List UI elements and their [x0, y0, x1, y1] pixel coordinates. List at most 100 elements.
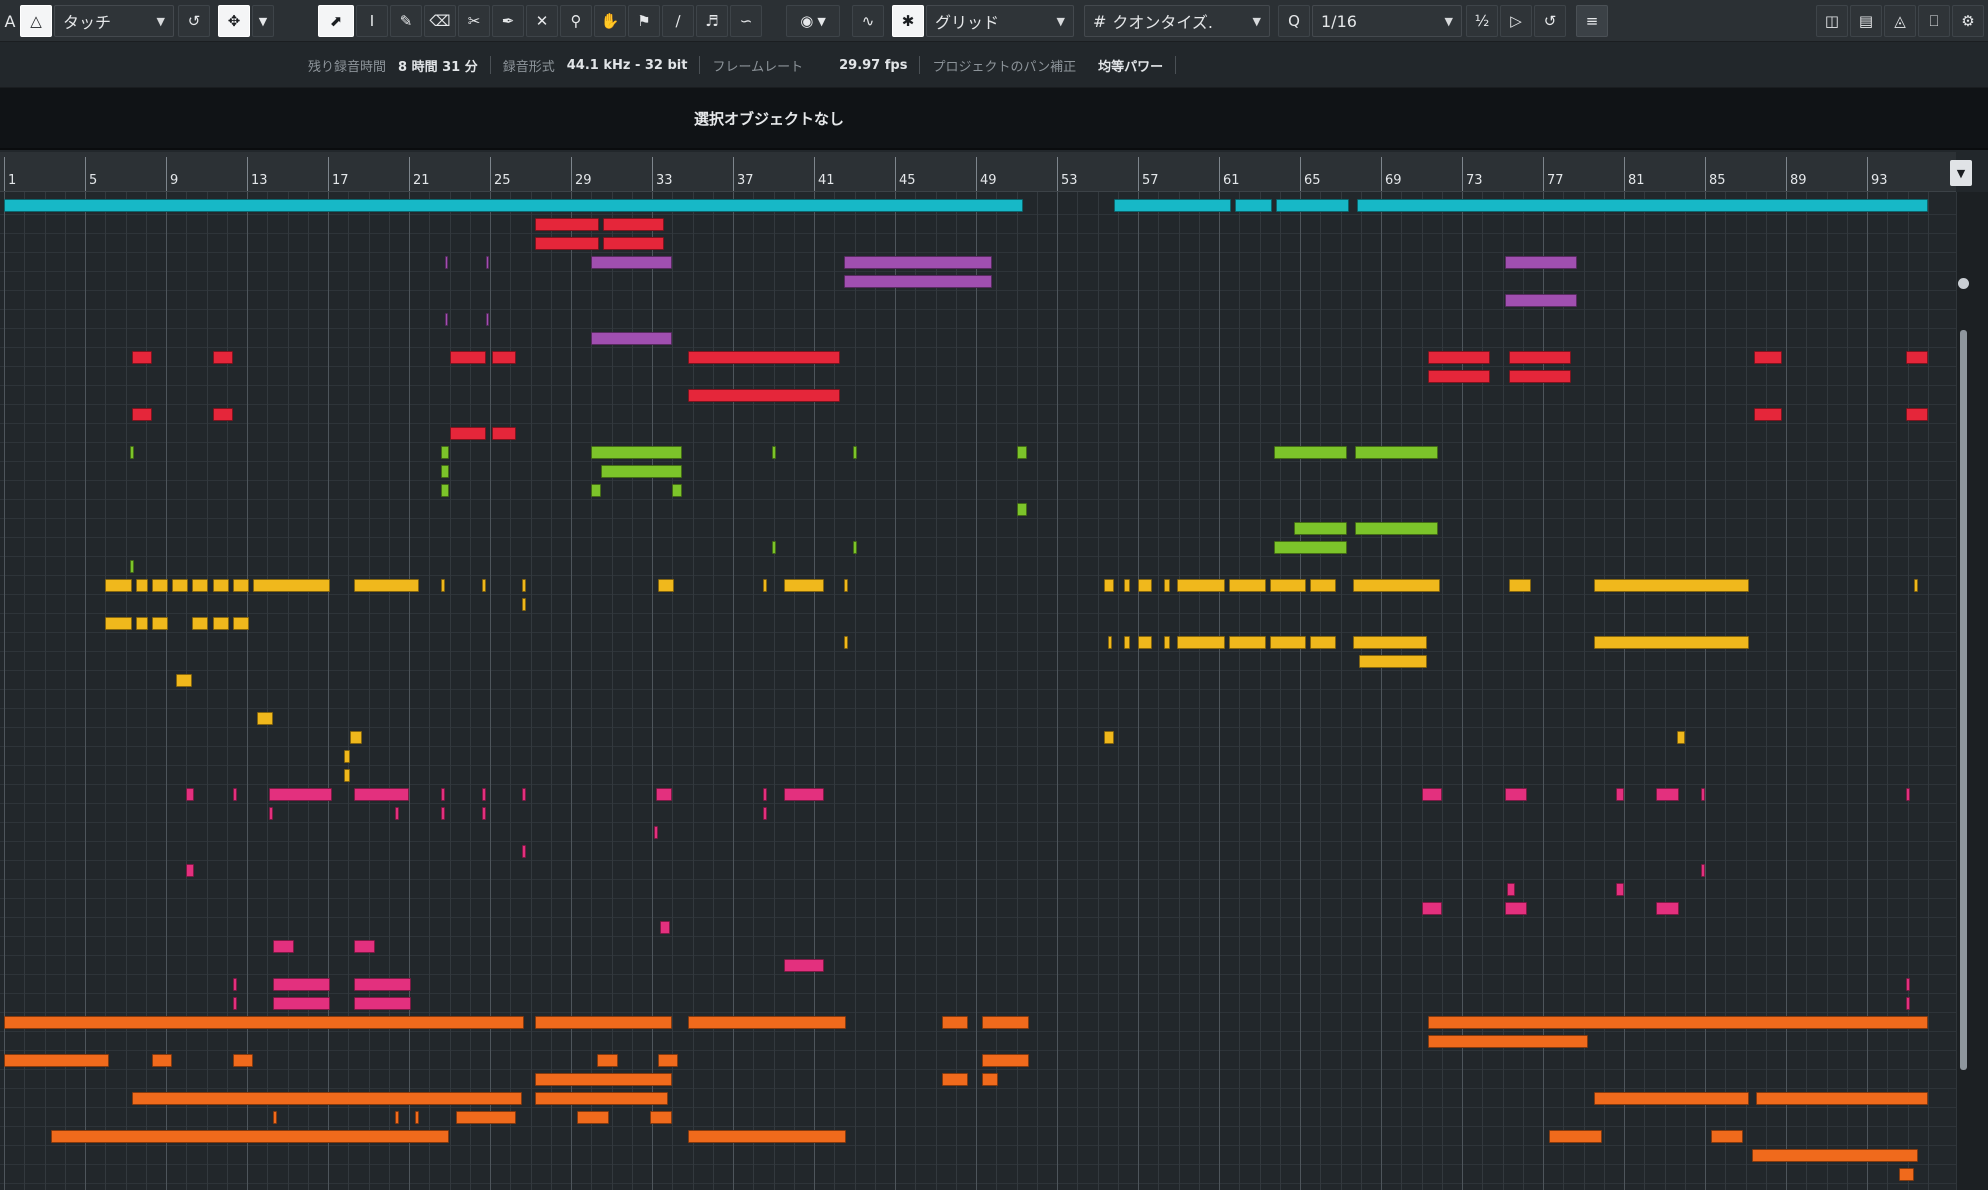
midi-event[interactable]	[603, 218, 665, 231]
midi-event[interactable]	[212, 579, 229, 592]
midi-event[interactable]	[273, 978, 330, 991]
automation-icon[interactable]: △	[20, 5, 52, 37]
midi-event[interactable]	[1656, 902, 1679, 915]
midi-event[interactable]	[1593, 579, 1750, 592]
midi-event[interactable]	[269, 807, 274, 820]
midi-event[interactable]	[844, 579, 849, 592]
left-zone-icon[interactable]: ◫	[1816, 5, 1848, 37]
midi-event[interactable]	[1103, 579, 1114, 592]
pencil-icon[interactable]: ✎	[390, 5, 422, 37]
midi-event[interactable]	[591, 446, 683, 459]
midi-event[interactable]	[763, 807, 768, 820]
midi-event[interactable]	[1615, 788, 1624, 801]
midi-event[interactable]	[441, 579, 446, 592]
quantize-type-dropdown[interactable]: # クオンタイズ. ▼	[1084, 5, 1270, 37]
midi-event[interactable]	[844, 636, 849, 649]
chevron-down-icon[interactable]: ▼	[252, 5, 274, 37]
midi-event[interactable]	[232, 579, 249, 592]
midi-event[interactable]	[1123, 579, 1130, 592]
midi-event[interactable]	[350, 731, 363, 744]
midi-event[interactable]	[105, 579, 132, 592]
midi-event[interactable]	[1615, 883, 1624, 896]
midi-event[interactable]	[105, 617, 132, 630]
midi-event[interactable]	[151, 1054, 173, 1067]
midi-event[interactable]	[441, 788, 446, 801]
midi-event[interactable]	[1229, 579, 1266, 592]
midi-event[interactable]	[941, 1016, 968, 1029]
midi-event[interactable]	[1427, 1016, 1928, 1029]
midi-event[interactable]	[650, 1111, 673, 1124]
midi-event[interactable]	[354, 579, 420, 592]
midi-event[interactable]	[534, 1016, 673, 1029]
midi-event[interactable]	[1138, 636, 1153, 649]
midi-event[interactable]	[1269, 636, 1307, 649]
frame-rate-value[interactable]: 29.97 fps	[839, 58, 907, 73]
swing-icon[interactable]: ▷	[1500, 5, 1532, 37]
midi-event[interactable]	[534, 1092, 669, 1105]
midi-event[interactable]	[591, 484, 602, 497]
lower-zone-icon[interactable]: ▤	[1850, 5, 1882, 37]
midi-event[interactable]	[982, 1073, 999, 1086]
midi-event[interactable]	[253, 579, 331, 592]
midi-event[interactable]	[1427, 351, 1491, 364]
speaker-icon[interactable]: ♬	[696, 5, 728, 37]
iq-icon[interactable]: ½	[1466, 5, 1498, 37]
midi-event[interactable]	[1504, 788, 1527, 801]
midi-event[interactable]	[1656, 788, 1679, 801]
midi-event[interactable]	[522, 845, 527, 858]
midi-event[interactable]	[982, 1054, 1029, 1067]
midi-event[interactable]	[763, 788, 768, 801]
midi-event[interactable]	[415, 1111, 420, 1124]
midi-event[interactable]	[1905, 978, 1910, 991]
scroll-zoom-knob[interactable]	[1958, 278, 1969, 289]
midi-event[interactable]	[441, 446, 450, 459]
midi-event[interactable]	[1176, 636, 1226, 649]
midi-event[interactable]	[492, 427, 517, 440]
midi-event[interactable]	[354, 788, 409, 801]
midi-event[interactable]	[656, 788, 673, 801]
midi-event[interactable]	[394, 807, 399, 820]
midi-event[interactable]	[982, 1016, 1029, 1029]
midi-event[interactable]	[771, 446, 776, 459]
glue-icon[interactable]: ✒	[492, 5, 524, 37]
midi-event[interactable]	[1358, 655, 1428, 668]
midi-event[interactable]	[534, 1073, 673, 1086]
midi-event[interactable]	[844, 275, 993, 288]
midi-event[interactable]	[1354, 446, 1438, 459]
midi-event[interactable]	[688, 1016, 847, 1029]
midi-event[interactable]	[654, 826, 658, 839]
midi-event[interactable]	[232, 1054, 254, 1067]
midi-event[interactable]	[455, 1111, 517, 1124]
midi-event[interactable]	[1508, 370, 1572, 383]
quantize-icon[interactable]: Q	[1278, 5, 1310, 37]
range-icon[interactable]: I	[356, 5, 388, 37]
midi-event[interactable]	[1352, 636, 1428, 649]
midi-event[interactable]	[394, 1111, 399, 1124]
midi-event[interactable]	[212, 408, 233, 421]
midi-event[interactable]	[1107, 636, 1112, 649]
midi-event[interactable]	[4, 1016, 525, 1029]
snap-mode-dropdown[interactable]: グリッド ▼	[926, 5, 1074, 37]
midi-event[interactable]	[232, 788, 237, 801]
color-icon[interactable]: ◉ ▼	[786, 5, 840, 37]
midi-event[interactable]	[441, 807, 446, 820]
midi-event[interactable]	[852, 446, 857, 459]
midi-event[interactable]	[1356, 199, 1928, 212]
gear-icon[interactable]: ⚙	[1952, 5, 1984, 37]
hand-icon[interactable]: ✋	[594, 5, 626, 37]
midi-event[interactable]	[1899, 1168, 1914, 1181]
midi-event[interactable]	[688, 389, 841, 402]
midi-event[interactable]	[1352, 579, 1440, 592]
midi-event[interactable]	[1905, 408, 1928, 421]
midi-event[interactable]	[232, 997, 237, 1010]
midi-event[interactable]	[771, 541, 776, 554]
midi-event[interactable]	[192, 617, 209, 630]
midi-event[interactable]	[481, 579, 486, 592]
midi-event[interactable]	[192, 579, 209, 592]
apply-quantize-icon[interactable]: ↺	[1534, 5, 1566, 37]
midi-event[interactable]	[1164, 636, 1171, 649]
midi-event[interactable]	[131, 408, 152, 421]
midi-event[interactable]	[4, 1054, 110, 1067]
midi-event[interactable]	[597, 1054, 618, 1067]
mute-icon[interactable]: ✕	[526, 5, 558, 37]
